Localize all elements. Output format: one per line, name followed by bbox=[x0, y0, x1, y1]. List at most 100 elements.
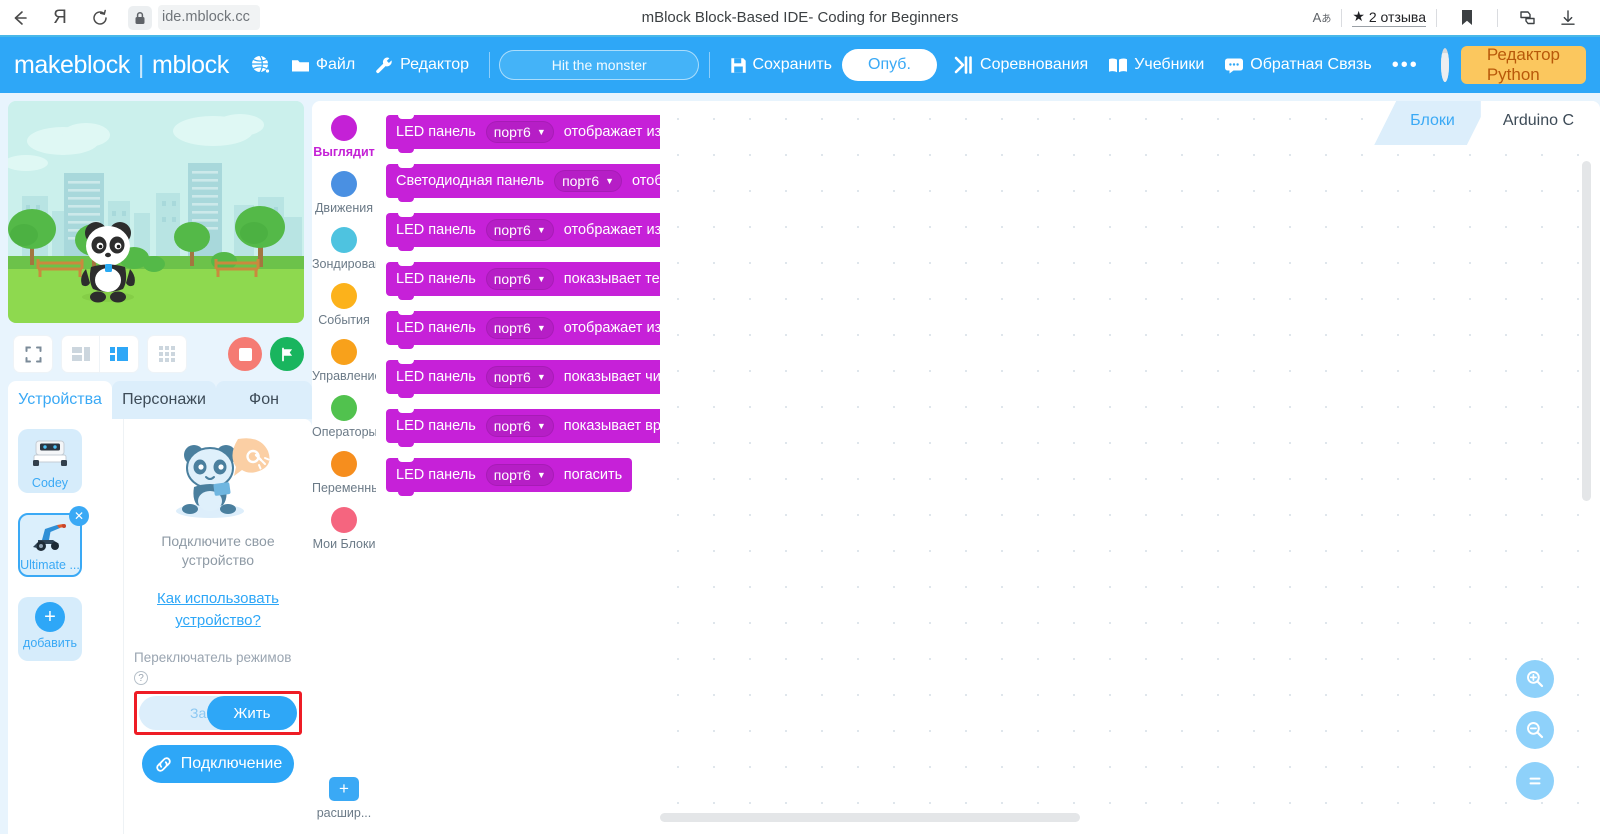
palette-block[interactable]: Светодиодная панель порт6 ▼ отоб bbox=[386, 164, 660, 202]
block-port-value: порт6 bbox=[493, 124, 531, 140]
block-port-dropdown[interactable]: порт6 ▼ bbox=[485, 219, 554, 241]
category-motion[interactable]: Движения bbox=[312, 171, 376, 216]
tab-backdrops[interactable]: Фон bbox=[216, 381, 312, 419]
download-icon[interactable] bbox=[1548, 0, 1588, 36]
palette-block[interactable]: LED панель порт6 ▼ отображает изо bbox=[386, 213, 660, 251]
howto-link[interactable]: Как использовать устройство? bbox=[134, 588, 302, 632]
brand-makeblock: makeblock bbox=[14, 50, 130, 79]
category-my-blocks[interactable]: Мои Блоки bbox=[312, 507, 376, 552]
device-card-ultimate[interactable]: ✕ Ultimate ... bbox=[18, 506, 89, 577]
fullscreen-icon[interactable] bbox=[14, 336, 52, 372]
add-extension-button[interactable]: + расшир... bbox=[316, 777, 372, 820]
block-prefix: LED панель bbox=[396, 271, 476, 287]
block-palette[interactable]: LED панель порт6 ▼ отображает изо Светод… bbox=[376, 101, 660, 834]
menu-feedback[interactable]: Обратная Связь bbox=[1214, 50, 1381, 80]
project-name-input[interactable]: Hit the monster bbox=[499, 50, 700, 80]
chevron-down-icon: ▼ bbox=[536, 323, 546, 333]
device-card-codey[interactable]: Codey bbox=[18, 429, 82, 493]
palette-block[interactable]: LED панель порт6 ▼ показывает вре bbox=[386, 409, 660, 447]
block-port-dropdown[interactable]: порт6 ▼ bbox=[485, 366, 554, 388]
chevron-down-icon: ▼ bbox=[536, 372, 546, 382]
menu-tutorials[interactable]: Учебники bbox=[1098, 50, 1214, 80]
mode-switch-label: Переключатель режимов ? bbox=[134, 648, 302, 685]
category-looks[interactable]: Выглядит bbox=[312, 115, 376, 160]
stop-icon[interactable] bbox=[228, 337, 262, 371]
palette-block[interactable]: LED панель порт6 ▼ отображает изо bbox=[386, 311, 660, 349]
avatar-silhouette bbox=[1440, 53, 1449, 82]
python-editor-button[interactable]: Редактор Python bbox=[1460, 45, 1586, 84]
menu-file[interactable]: Файл bbox=[281, 50, 365, 80]
category-label: Управление bbox=[312, 369, 376, 383]
palette-block[interactable]: LED панель порт6 ▼ показывает тек bbox=[386, 262, 660, 300]
code-canvas[interactable]: Блоки Arduino C bbox=[660, 101, 1600, 834]
vertical-scrollbar[interactable] bbox=[1582, 161, 1591, 501]
back-arrow-icon[interactable] bbox=[0, 0, 40, 36]
category-variables[interactable]: Переменные bbox=[312, 451, 376, 496]
add-device-button[interactable]: + добавить bbox=[18, 597, 82, 661]
save-button[interactable]: Сохранить bbox=[720, 50, 843, 80]
reviews-badge[interactable]: ★ 2 отзыва bbox=[1352, 8, 1426, 27]
language-globe-icon[interactable] bbox=[239, 48, 281, 82]
publish-button[interactable]: Опуб. bbox=[842, 49, 937, 81]
zoom-out-icon[interactable] bbox=[1516, 711, 1554, 749]
menu-feedback-label: Обратная Связь bbox=[1250, 56, 1372, 73]
collections-icon[interactable] bbox=[1508, 0, 1548, 36]
avatar[interactable] bbox=[1440, 48, 1449, 82]
brand-logo[interactable]: makeblock | mblock bbox=[14, 51, 239, 80]
yandex-logo-icon[interactable]: Я bbox=[40, 0, 80, 36]
menu-competitions[interactable]: Соревнования bbox=[944, 50, 1098, 80]
add-extension-label: расшир... bbox=[316, 806, 372, 820]
codey-robot-icon bbox=[18, 429, 82, 476]
tab-sprites[interactable]: Персонажи bbox=[111, 381, 216, 419]
close-icon[interactable]: ✕ bbox=[69, 506, 89, 526]
block-port-dropdown[interactable]: порт6 ▼ bbox=[554, 170, 623, 192]
brand-mblock: mblock bbox=[152, 50, 229, 79]
category-operators[interactable]: Операторы bbox=[312, 395, 376, 440]
stage-preview[interactable] bbox=[8, 101, 304, 323]
grid-icon[interactable] bbox=[148, 336, 186, 372]
address-bar[interactable]: ide.mblock.cc bbox=[128, 5, 260, 30]
green-flag-icon[interactable] bbox=[270, 337, 304, 371]
category-sensing[interactable]: Зондирование bbox=[312, 227, 376, 272]
chevron-down-icon: ▼ bbox=[536, 470, 546, 480]
category-color-dot bbox=[331, 507, 357, 533]
category-sidebar: Выглядит Движения Зондирование События У… bbox=[312, 101, 376, 834]
translate-icon[interactable]: Aあ bbox=[1313, 10, 1332, 25]
category-control[interactable]: Управление bbox=[312, 339, 376, 384]
palette-block[interactable]: LED панель порт6 ▼ отображает изо bbox=[386, 115, 660, 153]
mode-live-option[interactable]: Жить bbox=[207, 696, 297, 730]
bookmark-icon[interactable] bbox=[1447, 0, 1487, 36]
tab-blocks[interactable]: Блоки bbox=[1374, 101, 1481, 145]
url-text[interactable]: ide.mblock.cc bbox=[158, 5, 260, 30]
tab-devices[interactable]: Устройства bbox=[8, 381, 112, 419]
zoom-in-icon[interactable] bbox=[1516, 660, 1554, 698]
palette-block[interactable]: LED панель порт6 ▼ погасить bbox=[386, 458, 633, 496]
stage-controls bbox=[8, 323, 312, 379]
category-color-dot bbox=[331, 227, 357, 253]
layout-small-stage-icon[interactable] bbox=[62, 336, 100, 372]
chevron-down-icon: ▼ bbox=[536, 421, 546, 431]
category-events[interactable]: События bbox=[312, 283, 376, 328]
tab-arduino-c[interactable]: Arduino C bbox=[1466, 101, 1600, 145]
category-label: События bbox=[318, 313, 370, 327]
more-menu-button[interactable]: ••• bbox=[1382, 55, 1429, 75]
browser-right-actions: Aあ ★ 2 отзыва bbox=[1313, 0, 1600, 36]
connect-button[interactable]: Подключение bbox=[142, 745, 294, 783]
block-port-dropdown[interactable]: порт6 ▼ bbox=[485, 464, 554, 486]
mode-switch[interactable]: Загрузить Жить bbox=[139, 696, 297, 730]
block-port-value: порт6 bbox=[493, 320, 531, 336]
menu-edit[interactable]: Редактор bbox=[365, 50, 479, 81]
question-mark-icon[interactable]: ? bbox=[134, 671, 148, 685]
palette-block[interactable]: LED панель порт6 ▼ показывает чис bbox=[386, 360, 660, 398]
divider bbox=[1436, 8, 1437, 27]
block-port-dropdown[interactable]: порт6 ▼ bbox=[485, 415, 554, 437]
horizontal-scrollbar[interactable] bbox=[660, 813, 1080, 822]
reload-icon[interactable] bbox=[80, 0, 120, 36]
block-port-dropdown[interactable]: порт6 ▼ bbox=[485, 121, 554, 143]
block-port-dropdown[interactable]: порт6 ▼ bbox=[485, 268, 554, 290]
mode-switch-highlight: Загрузить Жить bbox=[134, 691, 302, 735]
layout-large-stage-icon[interactable] bbox=[100, 336, 138, 372]
block-port-dropdown[interactable]: порт6 ▼ bbox=[485, 317, 554, 339]
book-icon bbox=[1109, 57, 1128, 72]
zoom-reset-icon[interactable] bbox=[1516, 762, 1554, 800]
